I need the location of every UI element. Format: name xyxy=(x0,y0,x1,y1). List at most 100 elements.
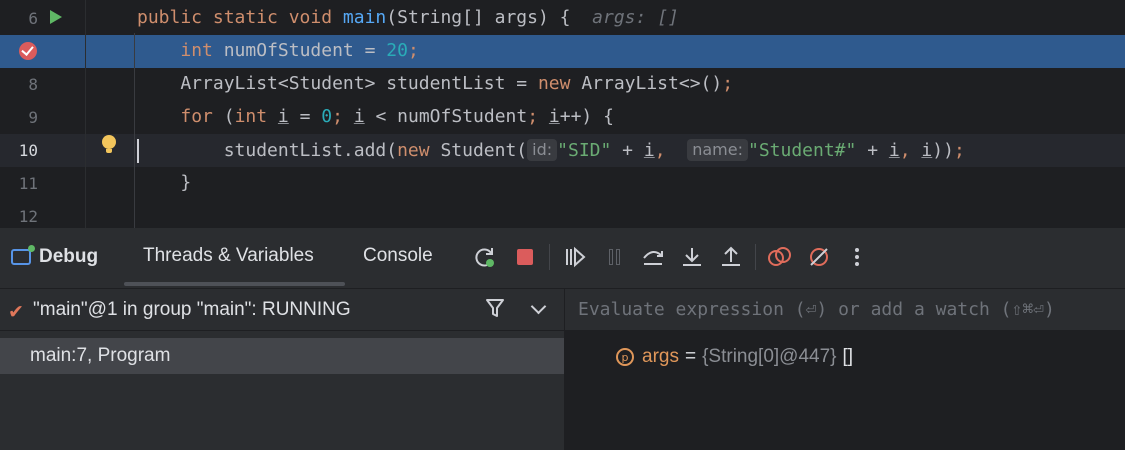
tab-console[interactable]: Console xyxy=(363,245,433,267)
code-token: ; xyxy=(722,73,734,94)
variable-type: {String[0]@447} xyxy=(702,346,837,367)
code-token: i xyxy=(353,106,365,127)
parameter-icon: p xyxy=(616,348,634,366)
code-text: ArrayList<Student> studentList = new Arr… xyxy=(137,73,733,94)
variables-panel: Evaluate expression (⏎) or add a watch (… xyxy=(565,289,1125,450)
code-token: ArrayList<>() xyxy=(581,73,723,94)
code-token: (String[] args) { xyxy=(386,7,593,28)
variable-equals: = xyxy=(684,346,697,367)
code-token: } xyxy=(137,172,192,193)
code-token: i xyxy=(643,140,655,161)
variable-value: [] xyxy=(842,346,854,367)
debug-tab-bar: Debug Threads & Variables Console xyxy=(0,228,1125,289)
code-text: int numOfStudent = 20; xyxy=(137,40,419,61)
code-token: + xyxy=(611,140,644,161)
step-out-icon[interactable] xyxy=(718,244,744,270)
code-line-9[interactable]: 9 for (int i = 0; i < numOfStudent; i++)… xyxy=(0,101,1125,134)
stack-frame-label: main:7, Program xyxy=(30,345,171,366)
code-token: < numOfStudent xyxy=(364,106,528,127)
code-token: i xyxy=(277,106,289,127)
code-line-8[interactable]: 8 ArrayList<Student> studentList = new A… xyxy=(0,68,1125,101)
resume-icon[interactable] xyxy=(562,244,588,270)
line-number: 11 xyxy=(18,174,38,193)
code-token: 20 xyxy=(386,40,408,61)
tab-threads-variables[interactable]: Threads & Variables xyxy=(143,245,314,267)
code-token: + xyxy=(856,140,889,161)
code-token: numOfStudent = xyxy=(223,40,387,61)
code-token: "SID" xyxy=(557,140,612,161)
stop-icon[interactable] xyxy=(512,244,538,270)
code-token: new xyxy=(397,140,441,161)
toolbar-separator xyxy=(755,244,756,270)
code-token: ; xyxy=(953,140,965,161)
variable-row[interactable]: p args = {String[0]@447} [] xyxy=(616,346,853,368)
run-gutter-icon[interactable] xyxy=(50,10,62,24)
chevron-down-icon[interactable] xyxy=(530,298,547,315)
view-breakpoints-icon[interactable] xyxy=(767,244,793,270)
code-token: ; xyxy=(407,40,419,61)
code-token: )) xyxy=(932,140,954,161)
parameter-hint: name: xyxy=(687,139,748,161)
mute-breakpoints-icon[interactable] xyxy=(806,244,832,270)
code-token: int xyxy=(180,40,224,61)
code-line-6[interactable]: 6 public static void main(String[] args)… xyxy=(0,2,1125,35)
stack-frame-item[interactable]: main:7, Program xyxy=(0,338,564,374)
code-token: public static void xyxy=(137,7,343,28)
code-line-12[interactable]: 12 xyxy=(0,200,1125,228)
code-token: i xyxy=(548,106,560,127)
code-token: , xyxy=(899,140,922,161)
code-line-10-current[interactable]: 10 studentList.add(new Student(id: "SID" … xyxy=(0,134,1125,167)
code-text: for (int i = 0; i < numOfStudent; i++) { xyxy=(137,106,614,127)
code-token: ; xyxy=(527,106,549,127)
code-editor[interactable]: 6 public static void main(String[] args)… xyxy=(0,0,1125,228)
filter-icon[interactable] xyxy=(485,297,505,324)
frames-panel: ✔ "main"@1 in group "main": RUNNING main… xyxy=(0,289,564,450)
code-token: ; xyxy=(332,106,354,127)
debug-tool-window: Debug Threads & Variables Console ✔ "mai… xyxy=(0,228,1125,450)
code-token: ( xyxy=(223,106,235,127)
pause-icon[interactable] xyxy=(601,244,627,270)
thread-label: "main"@1 in group "main": RUNNING xyxy=(33,299,351,320)
line-number: 9 xyxy=(28,108,38,127)
breakpoint-hit-icon[interactable] xyxy=(19,42,37,60)
evaluate-expression-field[interactable]: Evaluate expression (⏎) or add a watch (… xyxy=(565,289,1125,331)
code-token: i xyxy=(888,140,900,161)
indent-guide xyxy=(134,33,135,228)
line-number: 6 xyxy=(28,9,38,28)
code-line-11[interactable]: 11 } xyxy=(0,167,1125,200)
more-options-icon[interactable] xyxy=(844,244,870,270)
variable-name: args xyxy=(642,346,679,367)
code-token: "Student#" xyxy=(747,140,857,161)
debug-title[interactable]: Debug xyxy=(11,244,98,270)
line-number: 8 xyxy=(28,75,38,94)
code-token: , xyxy=(654,140,688,161)
active-tab-indicator xyxy=(124,282,345,286)
code-text: public static void main(String[] args) {… xyxy=(137,7,679,28)
step-into-icon[interactable] xyxy=(679,244,705,270)
code-token: args: [] xyxy=(592,7,679,28)
thread-selector[interactable]: ✔ "main"@1 in group "main": RUNNING xyxy=(0,289,564,331)
code-line-7-breakpoint[interactable]: int numOfStudent = 20; xyxy=(0,35,1125,68)
gutter-divider xyxy=(85,0,86,228)
code-token: studentList.add( xyxy=(137,140,398,161)
evaluate-placeholder: Evaluate expression (⏎) or add a watch (… xyxy=(578,299,1055,320)
lightbulb-intention-icon[interactable] xyxy=(102,135,116,153)
code-token: 0 xyxy=(321,106,333,127)
code-text: } xyxy=(137,172,191,193)
code-token: = xyxy=(288,106,322,127)
text-caret xyxy=(137,139,139,163)
code-token: main xyxy=(342,7,387,28)
code-text: studentList.add(new Student(id: "SID" + i… xyxy=(137,139,965,161)
rerun-icon[interactable] xyxy=(472,244,498,270)
debug-window-icon xyxy=(11,245,35,265)
step-over-icon[interactable] xyxy=(640,244,666,270)
code-token: ArrayList<Student> studentList = xyxy=(137,73,538,94)
parameter-hint: id: xyxy=(527,139,558,161)
line-number: 10 xyxy=(18,141,38,160)
line-number: 12 xyxy=(18,207,38,226)
thread-running-check-icon: ✔ xyxy=(8,301,24,323)
code-token: i xyxy=(921,140,933,161)
toolbar-separator xyxy=(549,244,550,270)
